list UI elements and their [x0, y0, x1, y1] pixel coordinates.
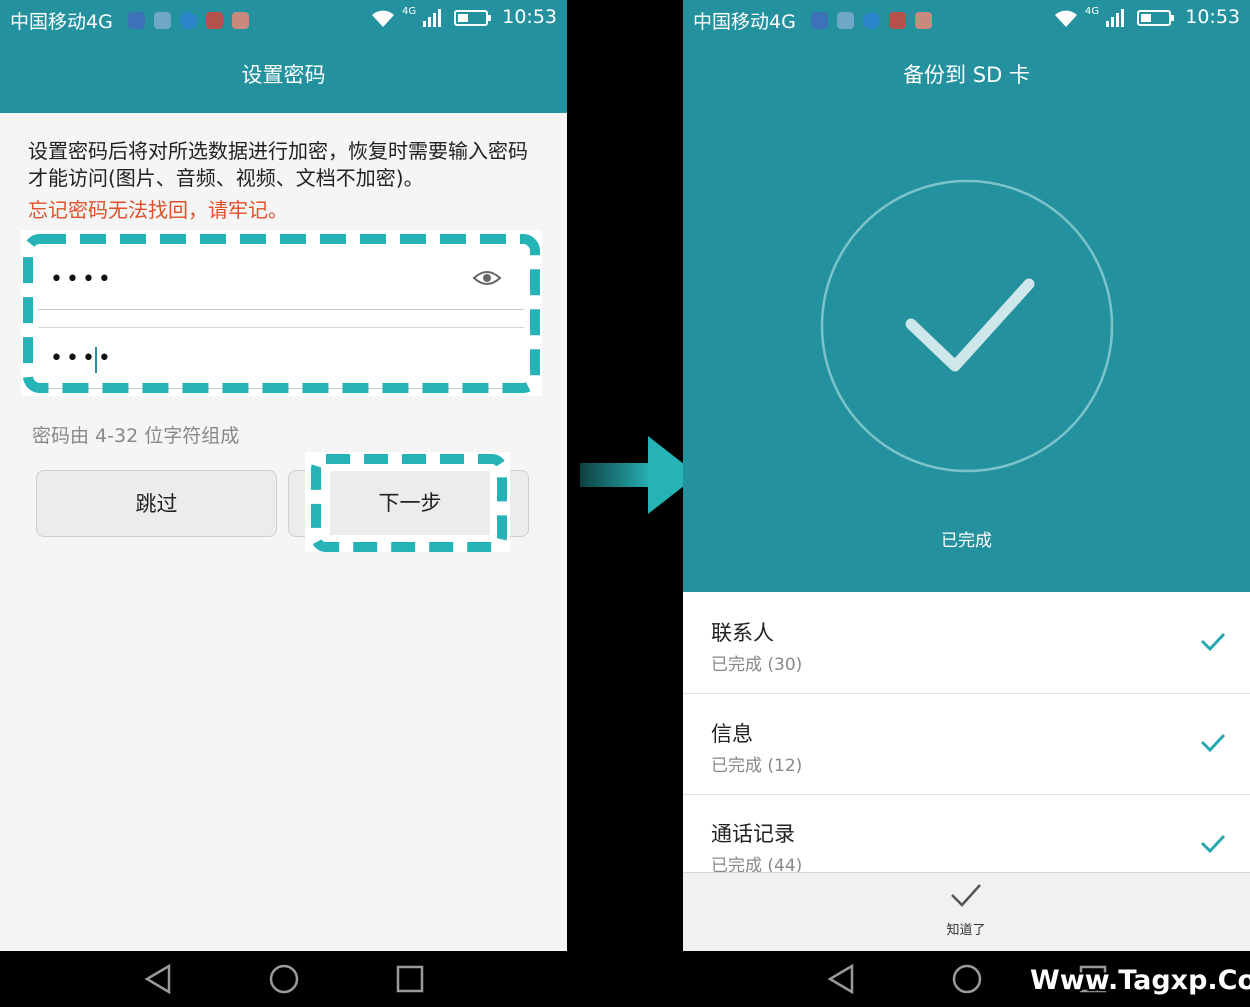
status-right: 4G 10:53	[370, 6, 557, 28]
wifi-icon	[1054, 10, 1077, 27]
left-phone-screen: 中国移动4G 4G 10:53 设置密码 设置密码后将对所选数据进行加密，恢复时…	[0, 0, 567, 1007]
page-title: 设置密码	[241, 63, 326, 87]
signal-icon	[1106, 8, 1125, 27]
clock: 10:53	[1185, 6, 1240, 28]
list-item-subtitle: 已完成 (12)	[711, 756, 803, 776]
notification-icon	[154, 12, 171, 29]
notification-icons	[811, 9, 941, 31]
list-item-subtitle: 已完成 (30)	[711, 655, 803, 675]
password-hint: 密码由 4-32 位字符组成	[32, 425, 240, 447]
arrow-icon	[580, 436, 698, 514]
recent-nav-icon[interactable]	[395, 964, 425, 994]
skip-button[interactable]: 跳过	[36, 470, 277, 537]
notification-icon	[206, 12, 223, 29]
check-icon	[1200, 733, 1226, 752]
navigation-bar	[0, 951, 567, 1007]
status-right: 4G 10:53	[1053, 6, 1240, 28]
password-field[interactable]: ••••	[38, 249, 524, 310]
bottom-action-bar: 知道了	[683, 872, 1250, 952]
list-item[interactable]: 信息 已完成 (12)	[683, 694, 1250, 795]
notification-icon	[889, 12, 906, 29]
check-circle-icon	[820, 179, 1114, 473]
check-icon	[1200, 834, 1226, 853]
check-icon	[951, 884, 981, 907]
home-nav-icon[interactable]	[268, 963, 300, 995]
description-text: 设置密码后将对所选数据进行加密，恢复时需要输入密码才能访问(图片、音频、视频、文…	[28, 139, 528, 190]
backup-status: 已完成	[941, 531, 992, 551]
carrier-label: 中国移动4G	[693, 11, 796, 33]
status-bar: 中国移动4G 4G 10:53	[0, 0, 567, 38]
ok-button[interactable]: 知道了	[916, 881, 1016, 947]
check-icon	[1200, 632, 1226, 651]
confirm-password-field[interactable]: ••••	[38, 327, 524, 389]
home-nav-icon[interactable]	[951, 963, 983, 995]
notification-icon	[180, 12, 197, 29]
notification-icon	[837, 12, 854, 29]
network-type-label: 4G	[1084, 6, 1100, 17]
list-item-title: 通话记录	[711, 822, 795, 846]
right-phone-screen: 中国移动4G 4G 10:53 备份到 SD 卡 已完成 联系人 已完成 (30…	[683, 0, 1250, 1007]
password-value: ••••	[50, 267, 114, 292]
notification-icon	[128, 12, 145, 29]
ok-button-label: 知道了	[946, 923, 986, 938]
wifi-icon	[371, 10, 394, 27]
page-title: 备份到 SD 卡	[903, 63, 1030, 87]
clock: 10:53	[502, 6, 557, 28]
signal-icon	[423, 8, 442, 27]
title-bar: 备份到 SD 卡	[683, 38, 1250, 113]
watermark-text: Www.Tagxp.Com	[1030, 965, 1250, 996]
notification-icon	[232, 12, 249, 29]
battery-icon	[454, 9, 492, 26]
title-bar: 设置密码	[0, 38, 567, 113]
next-step-button[interactable]: 下一步	[330, 471, 490, 535]
notification-icons	[128, 9, 258, 31]
back-nav-icon[interactable]	[826, 963, 856, 995]
back-nav-icon[interactable]	[143, 963, 173, 995]
notification-icon	[915, 12, 932, 29]
text-cursor	[95, 347, 97, 373]
notification-icon	[863, 12, 880, 29]
network-type-label: 4G	[401, 6, 417, 17]
warning-text: 忘记密码无法找回，请牢记。	[28, 198, 288, 222]
eye-icon[interactable]	[472, 268, 502, 288]
confirm-password-value: ••••	[50, 346, 114, 371]
battery-icon	[1137, 9, 1175, 26]
list-item-subtitle: 已完成 (44)	[711, 856, 803, 872]
list-item-title: 信息	[711, 722, 753, 746]
list-item-partial[interactable]: 通话记录 已完成 (44)	[683, 795, 1250, 872]
carrier-label: 中国移动4G	[10, 11, 113, 33]
list-item-title: 联系人	[711, 621, 774, 645]
status-bar: 中国移动4G 4G 10:53	[683, 0, 1250, 38]
list-item[interactable]: 联系人 已完成 (30)	[683, 593, 1250, 694]
notification-icon	[811, 12, 828, 29]
